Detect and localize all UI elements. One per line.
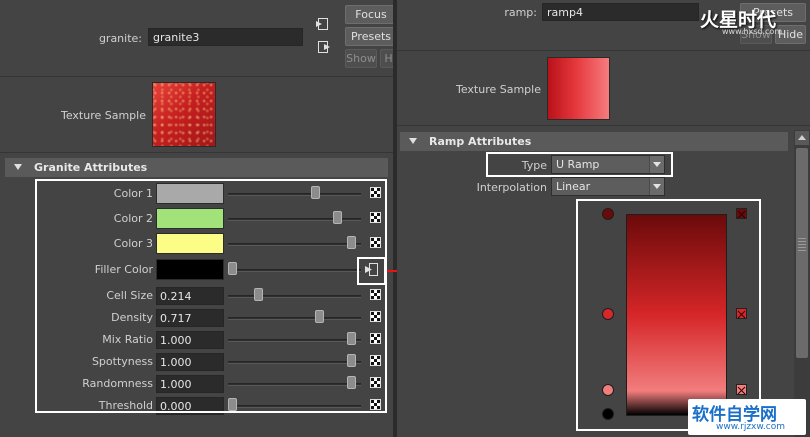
- watermark-bottom-sub: www.rjzxw.com: [716, 422, 785, 432]
- hide-button[interactable]: H: [380, 49, 393, 68]
- watermark-top-sub: www.hxsd.com: [722, 27, 783, 36]
- ramp-attribute-editor: ramp: ramp4 Presets Show Hide Texture Sa…: [397, 0, 810, 437]
- granite-name-field[interactable]: granite3: [148, 28, 303, 46]
- ramp-sample-separator: [397, 125, 810, 126]
- scroll-up-button[interactable]: [795, 131, 809, 145]
- show-button[interactable]: Show: [345, 49, 377, 68]
- texture-sample-label: Texture Sample: [60, 109, 146, 122]
- ramp-attributes-title: Ramp Attributes: [429, 135, 532, 148]
- ramp-texture-sample: [547, 57, 610, 120]
- header-separator: [0, 76, 393, 77]
- ramp-editor-highlight: [576, 199, 761, 431]
- interpolation-dropdown-arrow-icon: [649, 178, 664, 195]
- scroll-grip-icon: [798, 238, 806, 252]
- input-connection-icon[interactable]: [315, 17, 329, 31]
- sample-separator: [0, 152, 393, 153]
- granite-attributes-header[interactable]: Granite Attributes: [5, 158, 388, 177]
- granite-attributes-title: Granite Attributes: [34, 161, 148, 174]
- granite-texture-sample: [152, 82, 216, 147]
- granite-name-label: granite:: [98, 32, 142, 45]
- ramp-header-separator: [397, 50, 810, 51]
- ramp-scrollbar[interactable]: [794, 130, 810, 437]
- interpolation-label: Interpolation: [476, 181, 547, 194]
- focus-button[interactable]: Focus: [345, 5, 393, 24]
- granite-attribute-editor: granite: granite3 Focus Presets Show H T…: [0, 0, 393, 437]
- granite-attributes-highlight: [35, 179, 387, 413]
- ramp-name-label: ramp:: [504, 6, 537, 19]
- interpolation-dropdown-value: Linear: [556, 180, 591, 193]
- scroll-thumb[interactable]: [796, 148, 808, 358]
- filler-map-highlight: [357, 257, 386, 285]
- ramp-texture-sample-label: Texture Sample: [455, 83, 541, 96]
- ramp-collapse-triangle-icon: [409, 138, 417, 144]
- collapse-triangle-icon: [14, 164, 22, 170]
- output-connection-icon[interactable]: [317, 40, 331, 54]
- interpolation-dropdown[interactable]: Linear: [551, 177, 665, 196]
- type-highlight: [486, 152, 673, 177]
- ramp-name-field[interactable]: ramp4: [542, 3, 699, 21]
- presets-button[interactable]: Presets: [345, 27, 393, 46]
- ramp-attributes-header[interactable]: Ramp Attributes: [400, 132, 788, 151]
